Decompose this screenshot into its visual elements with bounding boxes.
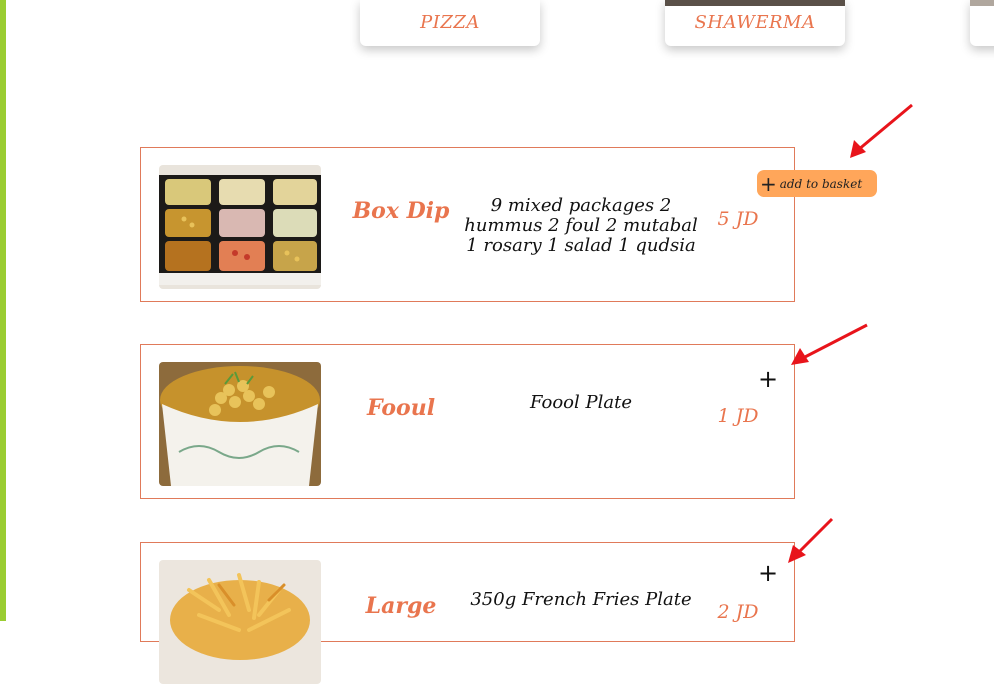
fries-photo [159, 560, 321, 684]
item-description: 9 mixed packages 2 hummus 2 foul 2 mutab… [464, 196, 698, 256]
item-description: Foool Plate [530, 393, 632, 413]
fooul-photo [159, 362, 321, 486]
item-price: 1 JD [717, 405, 759, 427]
category-label: SHAWERMA [694, 12, 816, 33]
category-image [665, 0, 845, 6]
menu-item-fooul: Fooul Foool Plate 1 JD [140, 344, 795, 499]
menu-item-large: Large 350g French Fries Plate 2 JD [140, 542, 795, 684]
category-card-pizza[interactable]: PIZZA [360, 0, 540, 46]
item-name: Box Dip [352, 198, 450, 224]
add-to-basket-plus-button[interactable]: + [757, 367, 779, 391]
category-card-partial[interactable] [970, 0, 994, 46]
category-image [970, 0, 994, 6]
item-price: 2 JD [717, 601, 759, 623]
item-description: 350g French Fries Plate [470, 590, 692, 610]
category-card-shawerma[interactable]: SHAWERMA [665, 0, 845, 46]
category-label: PIZZA [420, 12, 480, 33]
plus-icon: + [760, 171, 777, 196]
add-to-basket-plus-button[interactable]: + [757, 561, 779, 585]
box-dip-photo [159, 165, 321, 289]
item-name: Large [365, 593, 437, 619]
annotation-arrow-icon [850, 103, 913, 158]
annotation-arrow-icon [791, 323, 868, 365]
item-price: 5 JD [717, 208, 759, 230]
add-to-basket-button[interactable]: + add to basket [757, 170, 877, 197]
left-accent-bar [0, 0, 6, 621]
menu-item-box-dip: Box Dip 9 mixed packages 2 hummus 2 foul… [140, 147, 795, 302]
item-name: Fooul [366, 395, 436, 421]
add-to-basket-label: add to basket [779, 176, 863, 191]
